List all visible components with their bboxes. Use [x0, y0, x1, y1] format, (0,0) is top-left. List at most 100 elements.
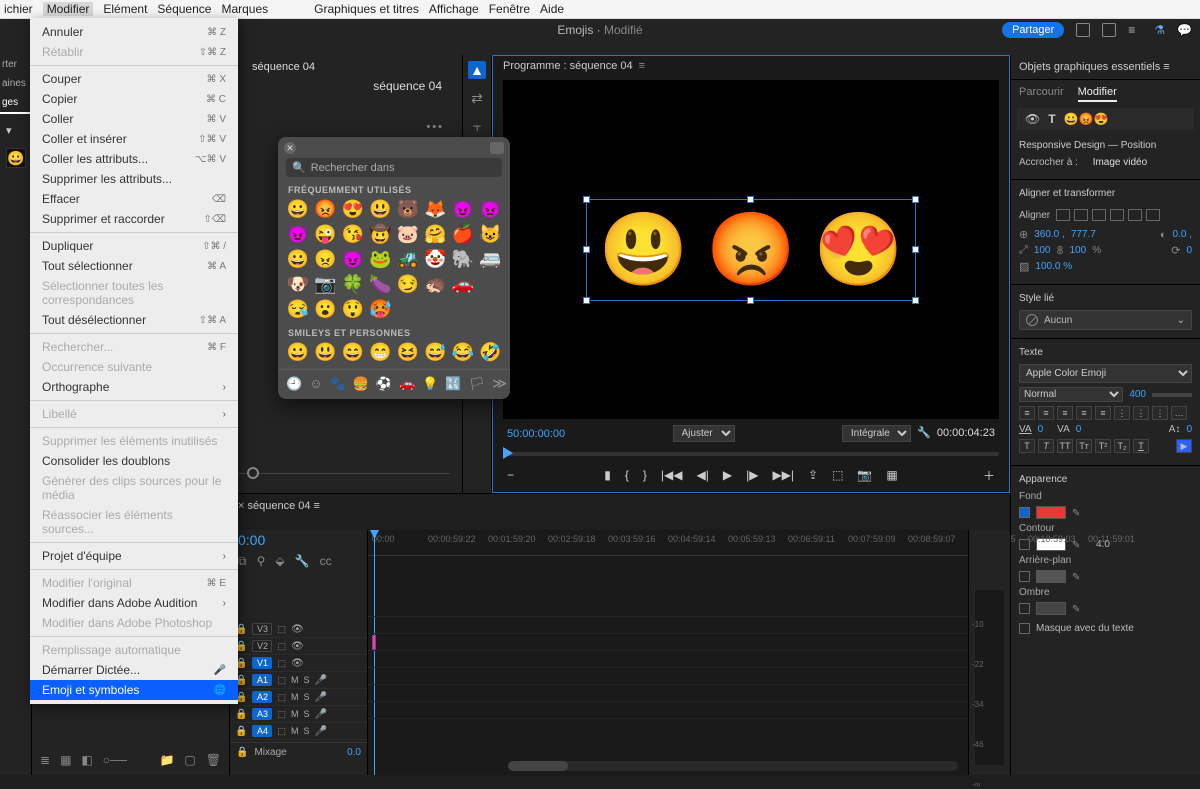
- emoji-cell[interactable]: 🐶: [286, 274, 310, 295]
- ripple-tool[interactable]: ⫟: [468, 117, 486, 135]
- emoji-cell[interactable]: 😅: [424, 342, 448, 363]
- emoji-cell[interactable]: 😲: [341, 299, 365, 320]
- emoji-cell[interactable]: 😏: [396, 274, 420, 295]
- menu-element[interactable]: Elément: [103, 2, 147, 16]
- step-back-icon[interactable]: ◀|: [696, 468, 708, 482]
- food-cat-icon[interactable]: 🍔: [353, 376, 369, 392]
- emoji-cell[interactable]: 😈: [286, 224, 310, 245]
- flags-cat-icon[interactable]: 🏳: [469, 376, 486, 392]
- emoji-cell[interactable]: 😁: [369, 342, 393, 363]
- font-select[interactable]: Apple Color Emoji: [1019, 364, 1192, 383]
- weight-select[interactable]: Normal: [1019, 387, 1123, 402]
- tc-in[interactable]: 50:00:00:00: [507, 428, 565, 440]
- symbols-cat-icon[interactable]: 🔣: [445, 376, 461, 392]
- program-scrubber[interactable]: [503, 446, 999, 462]
- emoji-cell[interactable]: 🥵: [369, 299, 393, 320]
- expand-icon[interactable]: [490, 142, 504, 154]
- emoji-cell[interactable]: [479, 274, 503, 295]
- compare-icon[interactable]: ▦: [886, 468, 897, 482]
- mixage-row[interactable]: 🔒Mixage0.0: [230, 742, 367, 762]
- menu-item[interactable]: Emoji et symboles🌐: [30, 680, 238, 700]
- workspace-icon[interactable]: [1076, 23, 1090, 37]
- text-align-buttons[interactable]: ≡≡≡≡≡⋮⋮⋮…: [1019, 406, 1192, 420]
- smile-cat-icon[interactable]: ☺: [309, 376, 322, 391]
- emoji-cell[interactable]: 😃: [314, 342, 338, 363]
- marker-icon[interactable]: ⬙: [275, 554, 284, 569]
- track-area[interactable]: 00:00 00:00:59:22 00:01:59:20 00:02:59:1…: [368, 530, 968, 775]
- emoji-cell[interactable]: 😂: [451, 342, 475, 363]
- program-canvas[interactable]: 😃 😡 😍: [503, 80, 999, 419]
- eye-icon[interactable]: 👁: [1025, 112, 1040, 126]
- pin-value[interactable]: Image vidéo: [1093, 157, 1147, 168]
- emoji-cell[interactable]: 😀: [286, 342, 310, 363]
- emoji-cell[interactable]: 🍆: [369, 274, 393, 295]
- emoji-cell[interactable]: 🍎: [451, 224, 475, 245]
- new-item-icon[interactable]: ▢: [184, 753, 195, 767]
- trash-icon[interactable]: 🗑: [206, 753, 221, 767]
- emoji-cell[interactable]: 🚗: [451, 274, 475, 295]
- clip-graphic[interactable]: [372, 635, 376, 650]
- shadow-check[interactable]: [1019, 603, 1030, 614]
- emoji-cell[interactable]: 🐷: [396, 224, 420, 245]
- emoji-cell[interactable]: 😀: [286, 199, 310, 220]
- emoji-cell[interactable]: 🤣: [479, 342, 503, 363]
- align-buttons[interactable]: [1056, 209, 1160, 221]
- emoji-cell[interactable]: 📷: [314, 274, 338, 295]
- activity-cat-icon[interactable]: ⚽: [376, 376, 392, 392]
- scale-w[interactable]: 100: [1034, 245, 1051, 256]
- emoji-cell[interactable]: 😀: [286, 249, 310, 270]
- anchor-x[interactable]: 0.0 ,: [1173, 229, 1192, 240]
- text-style-buttons[interactable]: TTTTTᴛT²T₂T▶: [1019, 439, 1192, 453]
- freeform-icon[interactable]: ◧: [81, 753, 92, 767]
- emoji-cell[interactable]: 😄: [341, 342, 365, 363]
- tab-browse[interactable]: Parcourir: [1019, 86, 1064, 102]
- menu-item[interactable]: Orthographe›: [30, 377, 238, 397]
- graphic-selection[interactable]: 😃 😡 😍: [586, 199, 917, 301]
- scale-h[interactable]: 100: [1070, 245, 1087, 256]
- go-in-icon[interactable]: |◀◀: [661, 468, 683, 482]
- extract-icon[interactable]: ⬚: [832, 468, 843, 482]
- emoji-cell[interactable]: 😆: [396, 342, 420, 363]
- flask-icon[interactable]: ⚗: [1154, 23, 1165, 37]
- eyedropper-icon[interactable]: ✎: [1072, 572, 1082, 582]
- emoji-picker[interactable]: ✕ 🔍Rechercher dans FRÉQUEMMENT UTILISÉS …: [278, 137, 510, 399]
- emoji-cell[interactable]: 🐻: [396, 199, 420, 220]
- emoji-cell[interactable]: 😡: [314, 199, 338, 220]
- bg-swatch[interactable]: [1036, 570, 1066, 583]
- zoom-out-icon[interactable]: −: [507, 468, 514, 482]
- track-a3[interactable]: 🔒A3⬚MS🎤: [230, 706, 367, 723]
- tracking-val[interactable]: 0: [1038, 424, 1044, 435]
- emoji-cell[interactable]: 😘: [341, 224, 365, 245]
- menu-icon[interactable]: ≡: [1128, 23, 1142, 37]
- mark-in-icon[interactable]: ▮: [604, 468, 611, 482]
- menu-item[interactable]: Modifier dans Adobe Audition›: [30, 593, 238, 613]
- size-slider[interactable]: [1152, 393, 1192, 397]
- link-icon[interactable]: ⚲: [257, 554, 266, 569]
- track-a2[interactable]: 🔒A2⬚MS🎤: [230, 689, 367, 706]
- menu-item[interactable]: Annuler⌘ Z: [30, 22, 238, 42]
- menu-item[interactable]: Coller les attributs...⌥⌘ V: [30, 149, 238, 169]
- menu-item[interactable]: Coller⌘ V: [30, 109, 238, 129]
- scope-select[interactable]: Intégrale: [842, 425, 911, 442]
- more-icon[interactable]: ≫: [492, 375, 507, 392]
- menu-item[interactable]: Coller et insérer⇧⌘ V: [30, 129, 238, 149]
- new-bin-icon[interactable]: 📁: [159, 753, 174, 767]
- cc-icon[interactable]: cc: [320, 554, 332, 569]
- emoji-cell[interactable]: 😃: [369, 199, 393, 220]
- menu-display[interactable]: Affichage: [429, 2, 479, 16]
- menu-help[interactable]: Aide: [540, 2, 564, 16]
- track-v1[interactable]: 🔒V1⬚👁: [230, 655, 367, 672]
- asset-thumb[interactable]: 😀: [6, 148, 26, 168]
- zoom-slider[interactable]: ○──: [103, 753, 127, 767]
- go-out-icon[interactable]: ▶▶|: [772, 468, 794, 482]
- track-a4[interactable]: 🔒A4⬚MS🎤: [230, 723, 367, 740]
- layer-item[interactable]: 👁 T 😀😡😍: [1017, 108, 1194, 130]
- font-size[interactable]: 400: [1129, 389, 1146, 400]
- recent-cat-icon[interactable]: 🕘: [286, 376, 302, 392]
- menu-graphics[interactable]: Graphiques et titres: [314, 2, 419, 16]
- timeline-zoom[interactable]: [508, 761, 958, 771]
- menu-item[interactable]: Tout sélectionner⌘ A: [30, 256, 238, 276]
- emoji-cell[interactable]: 😈: [451, 199, 475, 220]
- menu-item[interactable]: Supprimer les attributs...: [30, 169, 238, 189]
- menu-window[interactable]: Fenêtre: [489, 2, 530, 16]
